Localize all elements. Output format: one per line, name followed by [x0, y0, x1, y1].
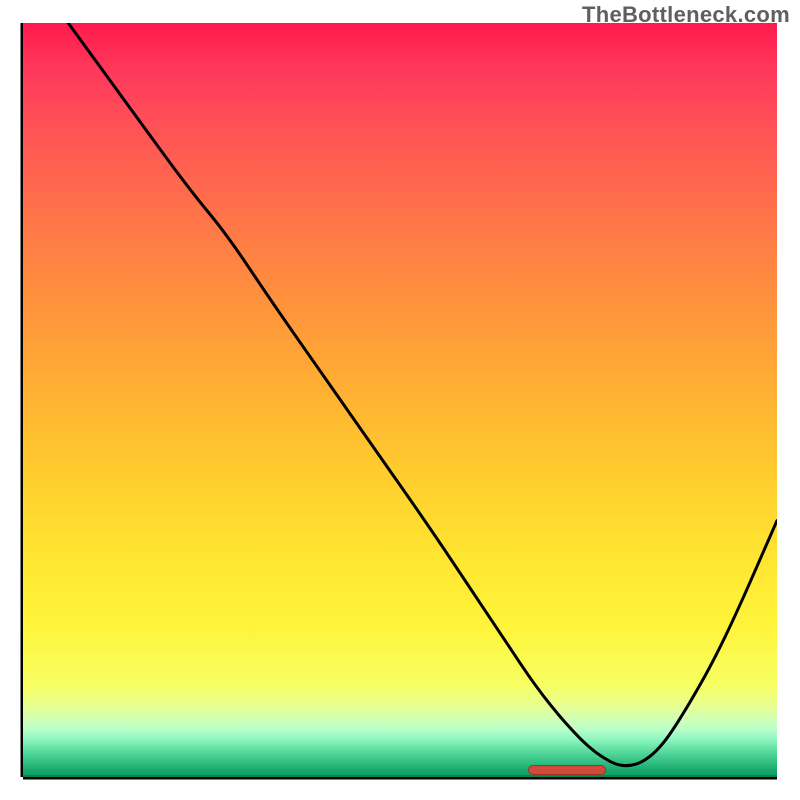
curve-layer — [23, 23, 777, 777]
bottleneck-curve — [68, 23, 777, 766]
plot-area — [23, 23, 777, 777]
chart-container: TheBottleneck.com — [0, 0, 800, 800]
optimal-range-marker — [528, 765, 605, 775]
